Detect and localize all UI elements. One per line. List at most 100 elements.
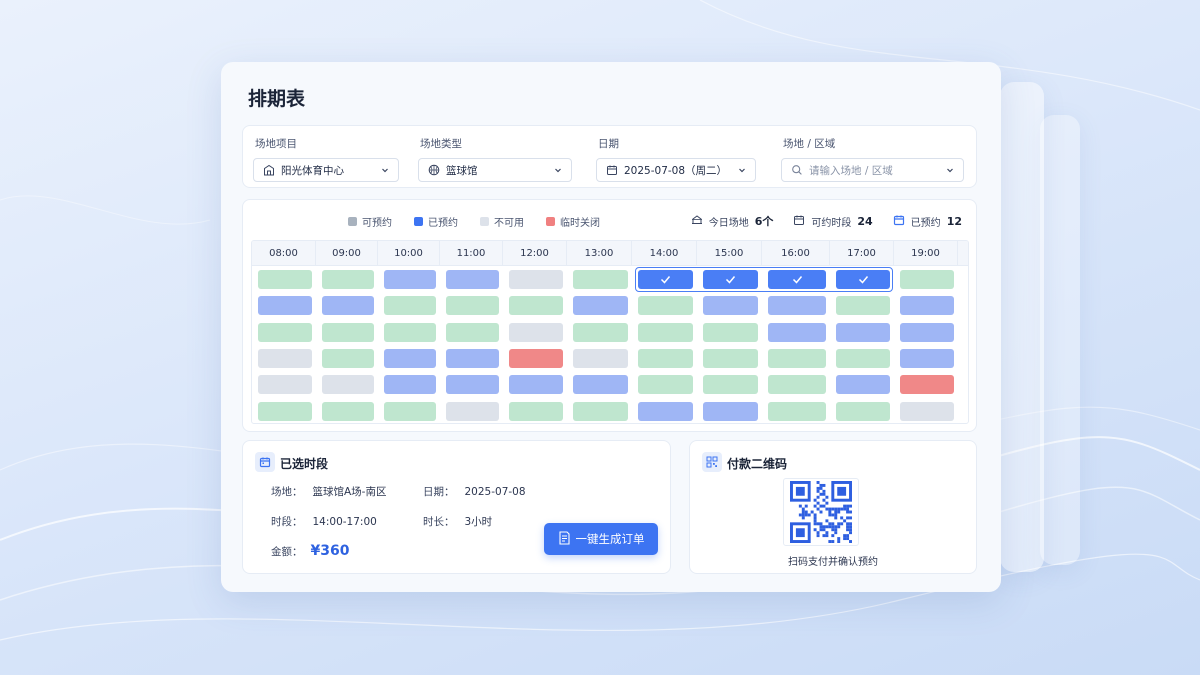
date-label: 日期： bbox=[423, 486, 455, 498]
qr-module bbox=[846, 504, 850, 508]
qr-module bbox=[828, 525, 832, 529]
time-slot-free[interactable] bbox=[446, 322, 499, 342]
time-slot-free[interactable] bbox=[638, 375, 693, 395]
time-slot-booked bbox=[768, 322, 826, 342]
qr-module bbox=[837, 522, 841, 526]
filter-date: 日期 2025-07-08（周二） bbox=[596, 136, 756, 182]
time-slot-closed bbox=[900, 375, 954, 395]
time-slot-free[interactable] bbox=[322, 348, 374, 368]
stats-bar: 今日场地 6个 可约时段 24 已预约 12 bbox=[691, 213, 962, 229]
qr-module bbox=[816, 501, 820, 505]
time-slot-free[interactable] bbox=[703, 322, 758, 342]
time-slot-free[interactable] bbox=[703, 375, 758, 395]
venue-type-select[interactable]: 篮球馆 bbox=[418, 158, 572, 182]
qr-module bbox=[813, 528, 817, 532]
legend-swatch bbox=[348, 217, 357, 226]
qr-module bbox=[837, 525, 841, 529]
time-slot-free[interactable] bbox=[900, 270, 954, 289]
time-slot-free[interactable] bbox=[768, 375, 826, 395]
time-slot-free[interactable] bbox=[384, 401, 436, 421]
time-slot-free[interactable] bbox=[258, 322, 312, 342]
time-slot-free[interactable] bbox=[322, 401, 374, 421]
qr-module bbox=[837, 537, 841, 541]
time-slot-free[interactable] bbox=[573, 270, 628, 289]
qr-module bbox=[837, 507, 841, 511]
qr-module bbox=[804, 504, 808, 508]
time-slot-free[interactable] bbox=[384, 322, 436, 342]
time-slot-free[interactable] bbox=[322, 270, 374, 289]
qr-module bbox=[846, 525, 850, 529]
venue-value: 篮球馆A场-南区 bbox=[312, 486, 387, 498]
stat-booked: 已预约 12 bbox=[893, 214, 962, 229]
legend-swatch bbox=[414, 217, 423, 226]
legend-item: 已预约 bbox=[414, 214, 458, 229]
time-slot-free[interactable] bbox=[509, 296, 563, 316]
time-slot-free[interactable] bbox=[768, 401, 826, 421]
legend: 可预约 已预约 不可用 临时关闭 bbox=[348, 214, 600, 229]
stat-value: 12 bbox=[946, 214, 962, 228]
time-slot-na bbox=[258, 348, 312, 368]
qr-module bbox=[825, 519, 829, 523]
filter-label: 场地类型 bbox=[420, 138, 462, 150]
time-slot-free[interactable] bbox=[258, 270, 312, 289]
qr-module bbox=[813, 522, 817, 526]
qr-module bbox=[828, 522, 832, 526]
time-slot-free[interactable] bbox=[322, 322, 374, 342]
time-slot-closed bbox=[509, 348, 563, 368]
qr-module bbox=[804, 510, 808, 514]
time-slot-booked bbox=[900, 296, 954, 316]
time-slot-free[interactable] bbox=[573, 401, 628, 421]
time-slot-free[interactable] bbox=[638, 348, 693, 368]
time-slot-free[interactable] bbox=[258, 401, 312, 421]
time-slot-booked bbox=[509, 375, 563, 395]
qr-module bbox=[801, 507, 805, 511]
time-slot-booked bbox=[703, 296, 758, 316]
qr-module bbox=[816, 531, 820, 535]
qr-module bbox=[801, 516, 805, 520]
generate-order-button[interactable]: 一键生成订单 bbox=[544, 523, 658, 555]
qr-module bbox=[834, 513, 838, 517]
filter-label: 场地 / 区域 bbox=[783, 138, 836, 150]
time-slot-free[interactable] bbox=[384, 296, 436, 316]
qr-module bbox=[825, 495, 829, 499]
qr-module bbox=[816, 534, 820, 538]
calendar-blue-icon bbox=[893, 214, 905, 229]
duration-info: 时长： 3小时 bbox=[423, 514, 492, 529]
time-slot-free[interactable] bbox=[638, 296, 693, 316]
qr-module bbox=[819, 486, 823, 490]
time-slot-free[interactable] bbox=[446, 296, 499, 316]
qr-code-image bbox=[790, 481, 852, 543]
qr-caption: 扫码支付并确认预约 bbox=[788, 557, 878, 568]
time-slot-booked bbox=[384, 348, 436, 368]
stat-label: 已预约 bbox=[910, 217, 941, 229]
duration-value: 3小时 bbox=[464, 516, 493, 528]
time-slot-free[interactable] bbox=[836, 296, 890, 316]
date-picker[interactable]: 2025-07-08（周二） bbox=[596, 158, 756, 182]
qr-module bbox=[849, 531, 852, 535]
time-slot-free[interactable] bbox=[573, 322, 628, 342]
time-slot-free[interactable] bbox=[638, 322, 693, 342]
time-slot-free[interactable] bbox=[768, 348, 826, 368]
amount-value: ¥360 bbox=[310, 543, 350, 559]
time-slot-free[interactable] bbox=[703, 348, 758, 368]
qr-module bbox=[849, 540, 852, 543]
venue-project-select[interactable]: 阳光体育中心 bbox=[253, 158, 399, 182]
time-slot-free[interactable] bbox=[836, 401, 890, 421]
area-search-input[interactable]: 请输入场地 / 区域 bbox=[781, 158, 964, 182]
page-title: 排期表 bbox=[248, 88, 306, 110]
time-slot-booked bbox=[703, 401, 758, 421]
qr-module bbox=[822, 534, 826, 538]
time-slot-free[interactable] bbox=[836, 348, 890, 368]
time-column-header: 15:00 bbox=[697, 241, 762, 266]
qr-module bbox=[831, 528, 835, 532]
time-slot-na bbox=[509, 322, 563, 342]
time-slot-booked bbox=[836, 322, 890, 342]
qr-module bbox=[813, 504, 817, 508]
qr-module bbox=[804, 513, 808, 517]
qr-module bbox=[828, 540, 832, 543]
qr-module bbox=[822, 489, 826, 493]
qr-module bbox=[849, 516, 852, 520]
qr-module bbox=[819, 483, 823, 487]
time-slot-free[interactable] bbox=[509, 401, 563, 421]
qr-module bbox=[831, 507, 835, 511]
